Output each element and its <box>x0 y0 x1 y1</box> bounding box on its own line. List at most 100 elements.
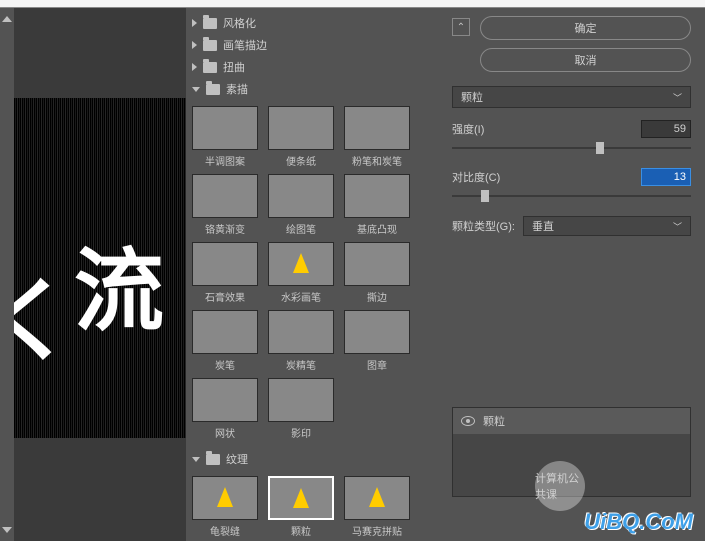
visibility-eye-icon[interactable] <box>461 416 475 426</box>
thumb-image <box>268 106 334 150</box>
thumb-image <box>268 476 334 520</box>
arrow-right-icon <box>192 41 197 49</box>
gallery-scrollbar[interactable] <box>432 8 446 541</box>
thumb-image <box>268 378 334 422</box>
slider-handle[interactable] <box>481 190 489 202</box>
thumb-label: 撕边 <box>367 289 387 304</box>
contrast-param: 对比度(C) <box>452 168 691 202</box>
thumb-image <box>344 310 410 354</box>
thumb-label: 网状 <box>215 425 235 440</box>
grain-type-row: 颗粒类型(G): 垂直 ﹀ <box>452 216 691 236</box>
grain-type-value: 垂直 <box>532 218 554 234</box>
filter-thumb[interactable]: 图章 <box>344 310 410 372</box>
filter-name-select[interactable]: 颗粒 ﹀ <box>452 86 691 108</box>
thumb-image <box>192 378 258 422</box>
filter-thumb[interactable]: 炭精笔 <box>268 310 334 372</box>
category-label: 素描 <box>226 81 248 97</box>
contrast-label: 对比度(C) <box>452 169 500 185</box>
filter-thumb[interactable]: 半调图案 <box>192 106 258 168</box>
filter-thumb[interactable]: 便条纸 <box>268 106 334 168</box>
thumb-label: 铬黄渐变 <box>205 221 245 236</box>
intensity-input[interactable] <box>641 120 691 138</box>
scroll-down-icon[interactable] <box>2 527 12 533</box>
thumb-label: 炭精笔 <box>286 357 316 372</box>
category-stylize[interactable]: 风格化 <box>188 12 430 34</box>
intensity-slider[interactable] <box>452 142 691 154</box>
thumb-label: 水彩画笔 <box>281 289 321 304</box>
effect-layer-name: 颗粒 <box>483 413 505 429</box>
category-label: 风格化 <box>223 15 256 31</box>
filter-thumb[interactable]: 粉笔和炭笔 <box>344 106 410 168</box>
thumb-label: 颗粒 <box>291 523 311 538</box>
category-texture[interactable]: 纹理 <box>188 448 430 470</box>
filter-thumb[interactable]: 铬黄渐变 <box>192 174 258 236</box>
filter-thumb[interactable]: 影印 <box>268 378 334 440</box>
thumb-label: 绘图笔 <box>286 221 316 236</box>
arrow-down-icon <box>192 457 200 462</box>
thumb-image <box>268 310 334 354</box>
grain-type-select[interactable]: 垂直 ﹀ <box>523 216 691 236</box>
preview-panel: く 流 <box>0 8 186 541</box>
category-distort[interactable]: 扭曲 <box>188 56 430 78</box>
scroll-up-icon[interactable] <box>2 16 12 22</box>
filter-thumb[interactable]: 基底凸现 <box>344 174 410 236</box>
sketch-grid: 半调图案 便条纸粉笔和炭笔铬黄渐变 绘图笔 基底凸现石膏效果 水彩画笔 撕边炭笔 炭精笔 图章… <box>188 100 430 448</box>
thumb-image <box>344 106 410 150</box>
preview-scrollbar[interactable] <box>0 8 14 541</box>
filter-gallery: 风格化 画笔描边 扭曲 素描 半调图案 便条纸粉笔和炭笔铬黄渐变 绘图笔 基底凸现石膏… <box>186 8 432 541</box>
filter-thumb[interactable]: 网状 <box>192 378 258 440</box>
thumb-image <box>344 242 410 286</box>
ok-button[interactable]: 确定 <box>480 16 691 40</box>
watermark-badge: 计算机公共课 <box>535 461 585 511</box>
filter-thumb[interactable]: 马赛克拼贴 <box>344 476 410 538</box>
thumb-image <box>268 174 334 218</box>
chevron-down-icon: ﹀ <box>673 91 682 104</box>
thumb-image <box>344 174 410 218</box>
thumb-image <box>192 174 258 218</box>
slider-handle[interactable] <box>596 142 604 154</box>
arrow-right-icon <box>192 19 197 27</box>
thumb-label: 龟裂缝 <box>210 523 240 538</box>
thumb-image <box>192 476 258 520</box>
folder-icon <box>203 40 217 51</box>
controls-panel: 确定 取消 颗粒 ﹀ 强度(I) 对比度(C) <box>446 8 705 541</box>
folder-icon <box>203 62 217 73</box>
intensity-param: 强度(I) <box>452 120 691 154</box>
filter-thumb[interactable]: 炭笔 <box>192 310 258 372</box>
thumb-image <box>268 242 334 286</box>
effect-layer-row[interactable]: 颗粒 <box>453 408 690 434</box>
thumb-label: 马赛克拼贴 <box>352 523 402 538</box>
watermark-text: UiBQ.CoM <box>584 509 693 535</box>
thumb-label: 石膏效果 <box>205 289 245 304</box>
arrow-right-icon <box>192 63 197 71</box>
thumb-label: 影印 <box>291 425 311 440</box>
filter-thumb[interactable]: 撕边 <box>344 242 410 304</box>
preview-image[interactable]: く 流 <box>14 98 186 438</box>
cancel-label: 取消 <box>575 52 597 68</box>
chevron-down-icon: ﹀ <box>673 220 682 233</box>
category-sketch[interactable]: 素描 <box>188 78 430 100</box>
filter-name-label: 颗粒 <box>461 89 483 105</box>
thumb-image <box>192 242 258 286</box>
cancel-button[interactable]: 取消 <box>480 48 691 72</box>
filter-thumb[interactable]: 颗粒 <box>268 476 334 538</box>
thumb-label: 基底凸现 <box>357 221 397 236</box>
collapse-toggle[interactable] <box>452 18 470 36</box>
thumb-label: 半调图案 <box>205 153 245 168</box>
arrow-down-icon <box>192 87 200 92</box>
filter-thumb[interactable]: 绘图笔 <box>268 174 334 236</box>
contrast-slider[interactable] <box>452 190 691 202</box>
thumb-label: 炭笔 <box>215 357 235 372</box>
thumb-label: 粉笔和炭笔 <box>352 153 402 168</box>
category-label: 纹理 <box>226 451 248 467</box>
filter-thumb[interactable]: 龟裂缝 <box>192 476 258 538</box>
contrast-input[interactable] <box>641 168 691 186</box>
intensity-label: 强度(I) <box>452 121 484 137</box>
ok-label: 确定 <box>575 20 597 36</box>
category-label: 扭曲 <box>223 59 245 75</box>
filter-thumb[interactable]: 石膏效果 <box>192 242 258 304</box>
filter-thumb[interactable]: 水彩画笔 <box>268 242 334 304</box>
category-brush-strokes[interactable]: 画笔描边 <box>188 34 430 56</box>
window-titlebar <box>0 0 705 8</box>
folder-icon <box>206 454 220 465</box>
